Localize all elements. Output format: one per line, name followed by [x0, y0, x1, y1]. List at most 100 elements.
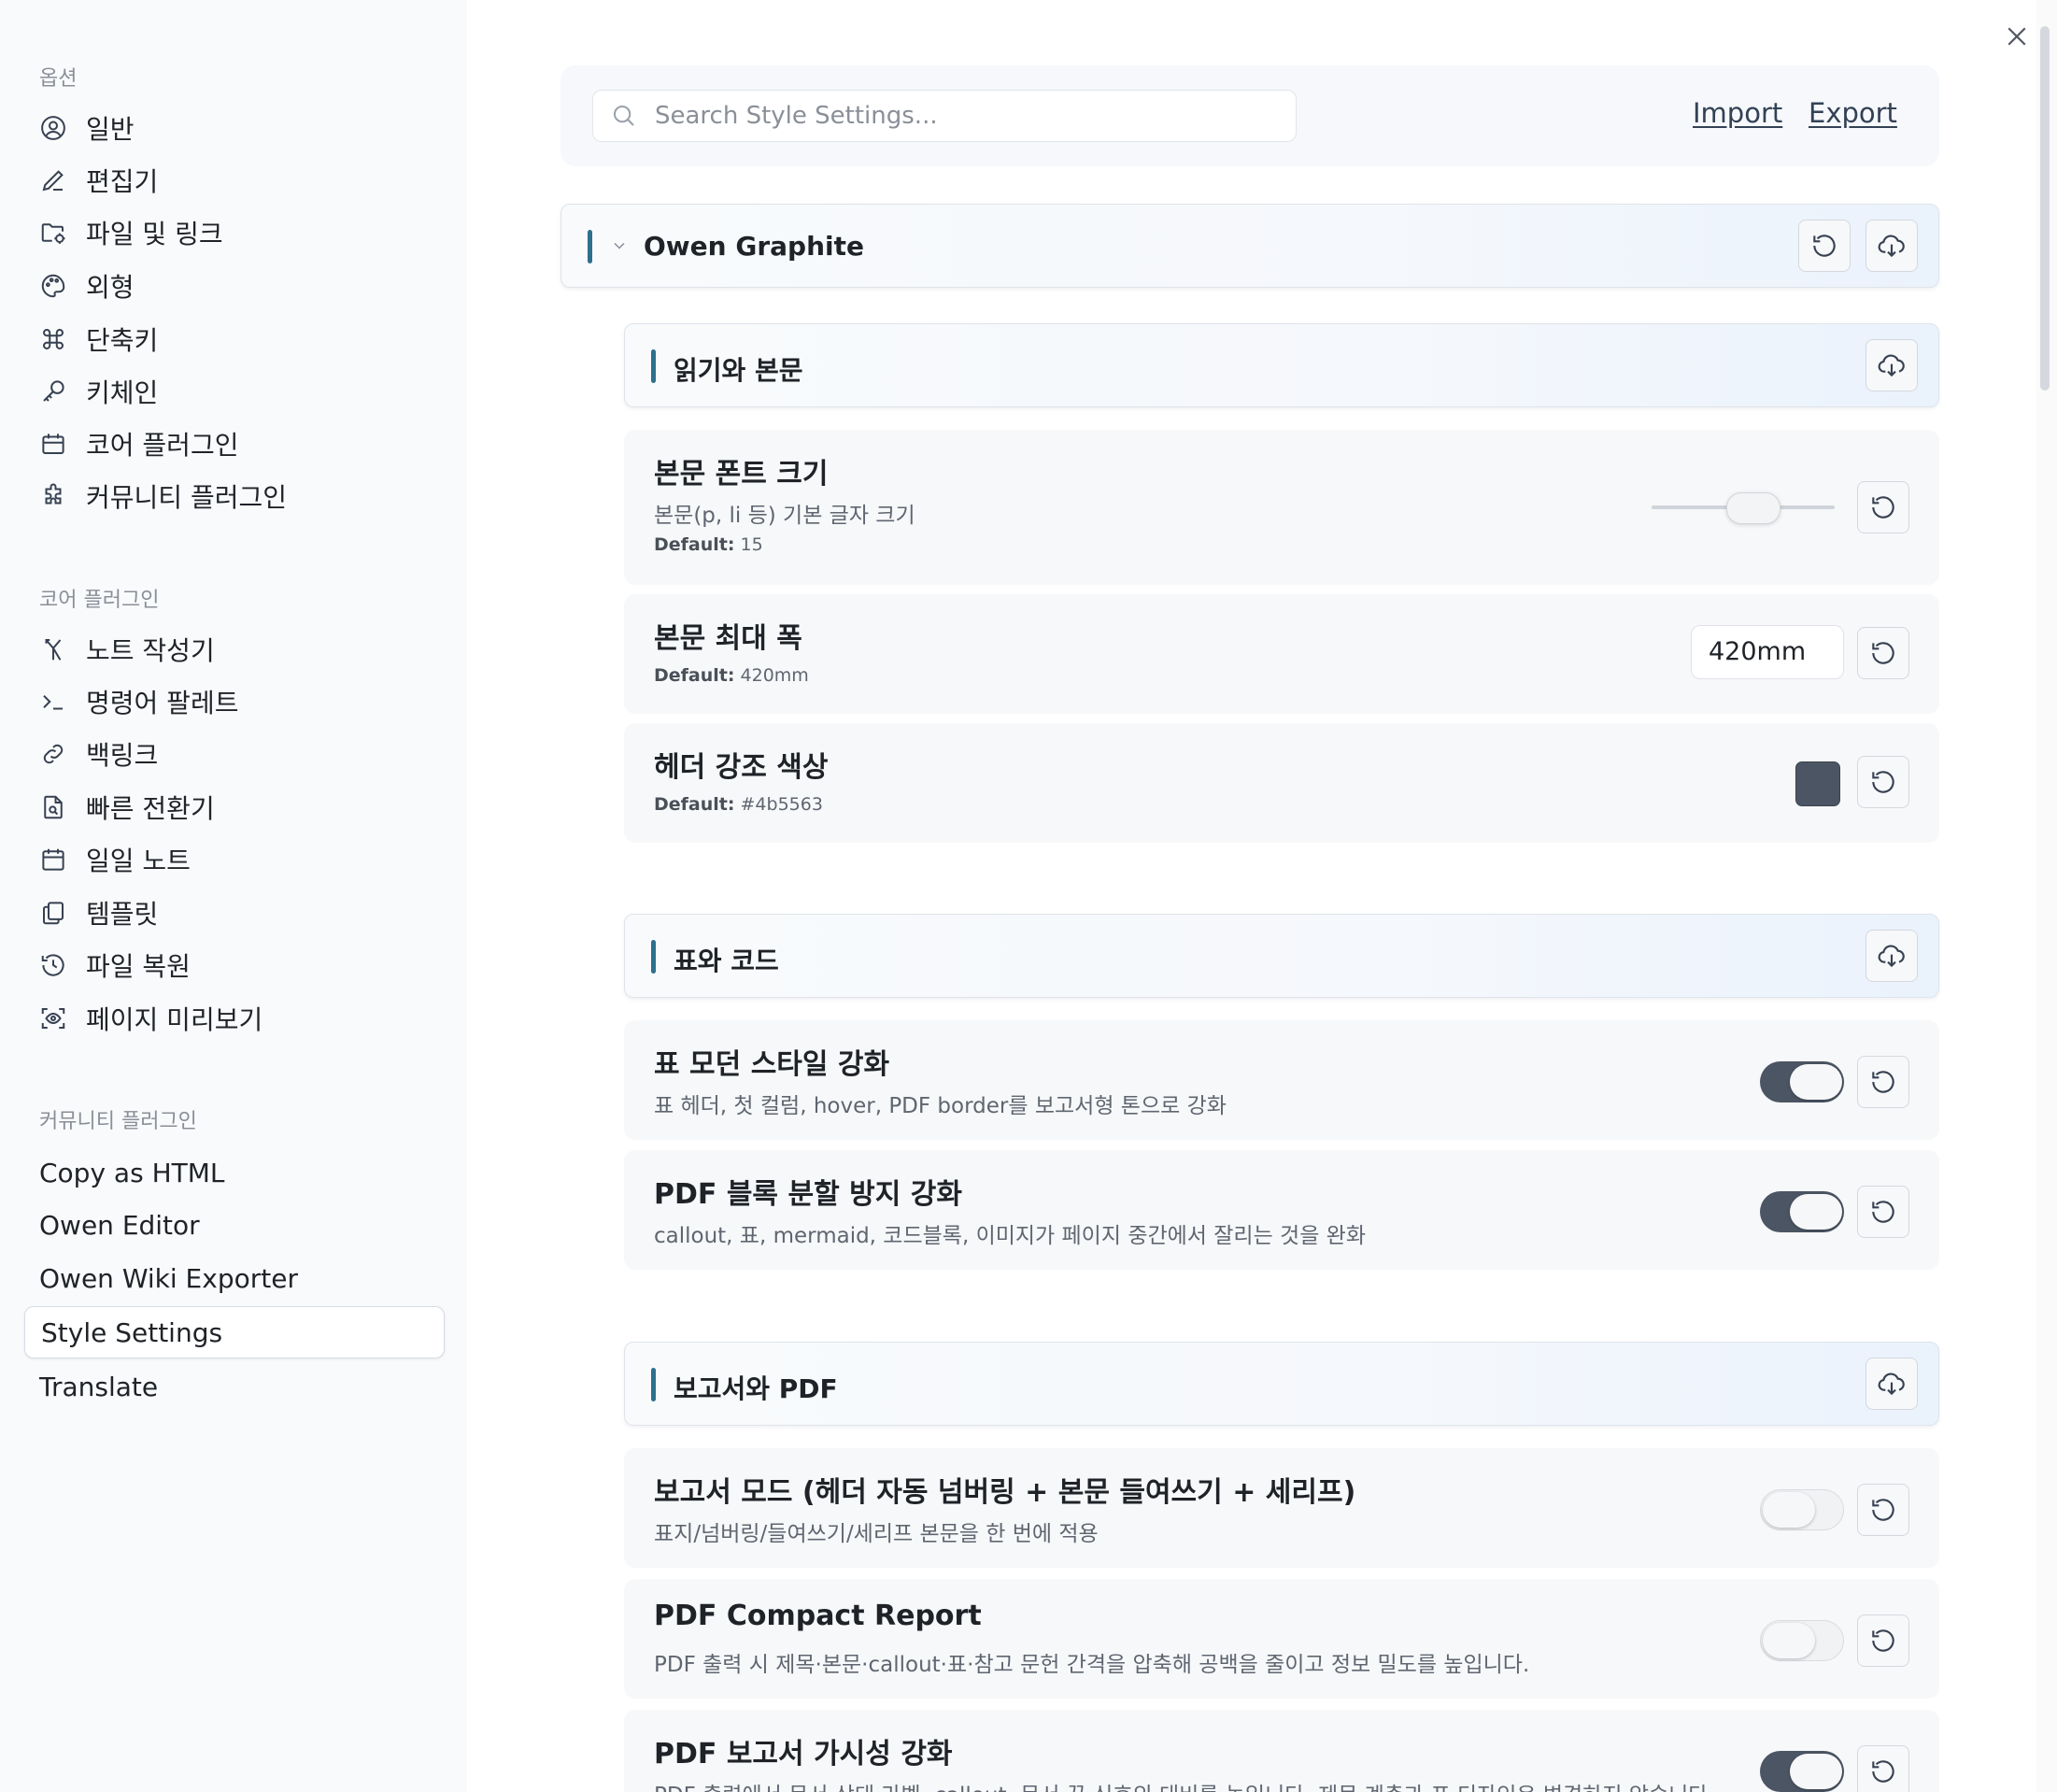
eye-scan-icon [39, 1004, 67, 1032]
setting-default: Default: #4b5563 [654, 794, 823, 815]
setting-name: 본문 폰트 크기 [654, 458, 829, 491]
sidebar-item-backlinks[interactable]: 백링크 [26, 731, 443, 777]
reset-button[interactable] [1857, 1614, 1909, 1667]
setting-default: Default: 15 [654, 534, 763, 555]
sidebar-item-label: 외형 [86, 272, 135, 303]
setting-name: 보고서 모드 (헤더 자동 넘버링 + 본문 들여쓰기 + 세리프) [654, 1476, 1356, 1509]
reset-button[interactable] [1857, 1186, 1909, 1238]
pencil-icon [39, 166, 67, 194]
setting-description: PDF 출력 시 제목·본문·callout·표·참고 문헌 간격을 압축해 공… [654, 1653, 1530, 1677]
reset-icon [1868, 767, 1898, 797]
section-header-report-pdf[interactable]: 보고서와 PDF [624, 1342, 1939, 1426]
import-link[interactable]: Import [1693, 97, 1782, 129]
calendar-icon [39, 846, 67, 874]
sidebar-item-owen-wiki-exporter[interactable]: Owen Wiki Exporter [26, 1255, 443, 1301]
file-search-icon [39, 793, 67, 821]
sidebar-item-label: 파일 및 링크 [86, 219, 223, 249]
sidebar-item-file-recovery[interactable]: 파일 복원 [26, 942, 443, 988]
sidebar-item-editor[interactable]: 편집기 [26, 157, 443, 204]
sidebar-item-label: 일일 노트 [86, 846, 191, 876]
terminal-icon [39, 688, 67, 716]
toggle-switch[interactable] [1760, 1620, 1844, 1661]
toggle-switch[interactable] [1760, 1191, 1844, 1232]
sidebar-item-copy-as-html[interactable]: Copy as HTML [26, 1149, 443, 1196]
search-box[interactable] [592, 90, 1297, 142]
sidebar-item-label: 파일 복원 [86, 951, 191, 982]
sidebar-item-hotkeys[interactable]: 단축키 [26, 316, 443, 363]
max-width-input[interactable]: 420mm [1691, 625, 1844, 679]
reset-icon [1868, 1067, 1898, 1097]
theme-section-title: Owen Graphite [644, 231, 864, 262]
reset-button[interactable] [1857, 1745, 1909, 1792]
reset-icon [1868, 1495, 1898, 1525]
sidebar-item-command-palette[interactable]: 명령어 팔레트 [26, 678, 443, 725]
chevron-down-icon[interactable] [610, 236, 629, 255]
reset-icon [1868, 638, 1898, 668]
sidebar-item-templates[interactable]: 템플릿 [26, 889, 443, 936]
sidebar-item-owen-editor[interactable]: Owen Editor [26, 1202, 443, 1248]
sidebar-item-label: Copy as HTML [39, 1157, 225, 1188]
reset-button[interactable] [1798, 220, 1851, 272]
sidebar-item-label: 커뮤니티 플러그인 [86, 482, 287, 513]
sidebar-item-label: Owen Wiki Exporter [39, 1262, 298, 1294]
section-title: 보고서와 PDF [674, 1373, 838, 1404]
toggle-switch[interactable] [1760, 1061, 1844, 1102]
section-header-tables-code[interactable]: 표와 코드 [624, 914, 1939, 998]
setting-name: 헤더 강조 색상 [654, 751, 829, 784]
puzzle-icon [39, 482, 67, 510]
sidebar-item-translate[interactable]: Translate [26, 1363, 443, 1410]
sidebar-item-core-plugins[interactable]: 코어 플러그인 [26, 420, 443, 467]
user-circle-icon [39, 114, 67, 142]
search-input[interactable] [653, 101, 1264, 131]
sidebar-item-style-settings[interactable]: Style Settings [24, 1306, 445, 1358]
sidebar-item-community-plugins[interactable]: 커뮤니티 플러그인 [26, 473, 443, 519]
scrollbar[interactable] [2036, 0, 2057, 1792]
sidebar-item-quick-switcher[interactable]: 빠른 전환기 [26, 784, 443, 831]
toggle-switch[interactable] [1760, 1489, 1844, 1530]
reset-button[interactable] [1857, 627, 1909, 679]
sidebar-item-label: 코어 플러그인 [86, 430, 239, 461]
sidebar-item-label: 백링크 [86, 740, 159, 771]
reset-button[interactable] [1857, 1484, 1909, 1536]
sidebar-item-daily-notes[interactable]: 일일 노트 [26, 836, 443, 883]
reset-button[interactable] [1857, 1056, 1909, 1108]
setting-default: Default: 420mm [654, 665, 809, 686]
setting-name: 본문 최대 폭 [654, 622, 802, 655]
slider-handle[interactable] [1725, 492, 1780, 524]
sidebar-item-page-preview[interactable]: 페이지 미리보기 [26, 995, 443, 1042]
folder-gear-icon [39, 219, 67, 247]
sidebar-item-label: 단축키 [86, 325, 159, 356]
scrollbar-thumb[interactable] [2040, 26, 2050, 391]
toggle-switch[interactable] [1760, 1751, 1844, 1792]
reset-button[interactable] [1857, 756, 1909, 808]
theme-section-header[interactable]: Owen Graphite [560, 204, 1939, 288]
export-theme-button[interactable] [1865, 220, 1918, 272]
reset-button[interactable] [1857, 481, 1909, 533]
setting-description: 본문(p, li 등) 기본 글자 크기 [654, 504, 915, 528]
sidebar-item-label: 페이지 미리보기 [86, 1004, 263, 1035]
setting-description: PDF 출력에서 문서 상태 라벨, callout, 문서 끝 신호의 대비를… [654, 1777, 1715, 1792]
sidebar-item-appearance[interactable]: 외형 [26, 263, 443, 309]
setting-row-pdf-compact-report: PDF Compact Report PDF 출력 시 제목·본문·callou… [624, 1579, 1939, 1699]
sidebar-item-label: Style Settings [41, 1316, 223, 1348]
export-section-button[interactable] [1865, 930, 1918, 982]
sidebar-item-files-links[interactable]: 파일 및 링크 [26, 209, 443, 256]
export-section-button[interactable] [1865, 1358, 1918, 1410]
setting-description: 표 헤더, 첫 컬럼, hover, PDF border를 보고서형 톤으로 … [654, 1094, 1227, 1118]
color-picker-swatch[interactable] [1795, 761, 1840, 806]
export-link[interactable]: Export [1809, 97, 1897, 129]
reset-icon [1868, 1626, 1898, 1656]
section-header-reading[interactable]: 읽기와 본문 [624, 323, 1939, 407]
section-title: 표와 코드 [674, 946, 779, 976]
sidebar-item-keychain[interactable]: 키체인 [26, 368, 443, 415]
export-section-button[interactable] [1865, 339, 1918, 391]
close-button[interactable] [1999, 19, 2035, 54]
sidebar-item-general[interactable]: 일반 [26, 105, 443, 151]
key-icon [39, 377, 67, 405]
reset-icon [1868, 492, 1898, 522]
sidebar-item-label: Owen Editor [39, 1209, 200, 1241]
accent-bar [651, 349, 656, 383]
setting-name: PDF Compact Report [654, 1600, 982, 1632]
section-title: 읽기와 본문 [674, 355, 803, 386]
sidebar-item-note-composer[interactable]: 노트 작성기 [26, 626, 443, 673]
